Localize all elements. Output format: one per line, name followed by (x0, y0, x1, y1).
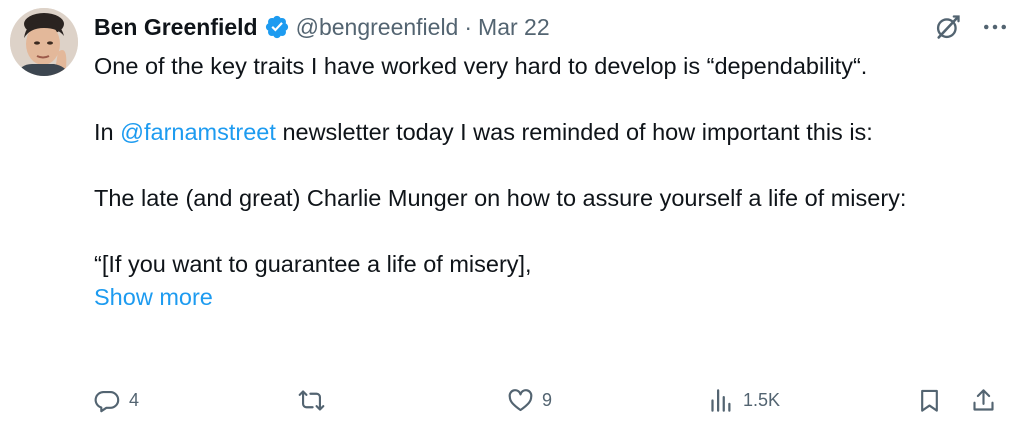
tweet-line: The late (and great) Charlie Munger on h… (94, 185, 907, 211)
show-more-link[interactable]: Show more (94, 281, 1004, 314)
top-right-actions (934, 12, 1010, 42)
tweet-text-fragment: In (94, 119, 121, 145)
like-button[interactable]: 9 (507, 380, 552, 420)
avatar[interactable] (10, 8, 78, 76)
tweet-header: Ben Greenfield @bengreenfield · Mar 22 (94, 10, 550, 44)
tweet-line: In @farnamstreet newsletter today I was … (94, 116, 1004, 149)
bookmark-icon (921, 389, 938, 412)
share-icon (973, 388, 994, 411)
author-handle[interactable]: @bengreenfield (296, 14, 459, 41)
reply-button[interactable]: 4 (94, 380, 139, 420)
grok-icon[interactable] (934, 13, 962, 41)
action-bar: 4 9 1.5K (94, 380, 1000, 420)
like-count: 9 (542, 389, 553, 410)
share-button[interactable] (970, 380, 997, 420)
separator-dot: · (464, 13, 473, 40)
author-name[interactable]: Ben Greenfield (94, 14, 258, 41)
more-icon[interactable] (980, 12, 1010, 42)
mention-link[interactable]: @farnamstreet (120, 119, 276, 145)
views-button[interactable]: 1.5K (708, 380, 780, 420)
like-icon (508, 388, 533, 411)
tweet-line: One of the key traits I have worked very… (94, 53, 868, 79)
tweet-card[interactable]: Ben Greenfield @bengreenfield · Mar 22 O… (0, 0, 1024, 439)
retweet-icon (298, 389, 325, 411)
tweet-text: One of the key traits I have worked very… (94, 50, 1004, 314)
retweet-button[interactable] (298, 380, 333, 420)
bookmark-button[interactable] (916, 380, 943, 420)
verified-badge-icon[interactable] (264, 14, 290, 40)
post-date[interactable]: Mar 22 (478, 14, 550, 41)
reply-icon (94, 390, 120, 412)
views-count: 1.5K (743, 389, 781, 410)
avatar-photo (10, 8, 78, 76)
tweet-line: “[If you want to guarantee a life of mis… (94, 251, 532, 277)
reply-count: 4 (129, 389, 140, 410)
tweet-text-fragment: newsletter today I was reminded of how i… (275, 119, 873, 145)
views-icon (711, 388, 731, 412)
